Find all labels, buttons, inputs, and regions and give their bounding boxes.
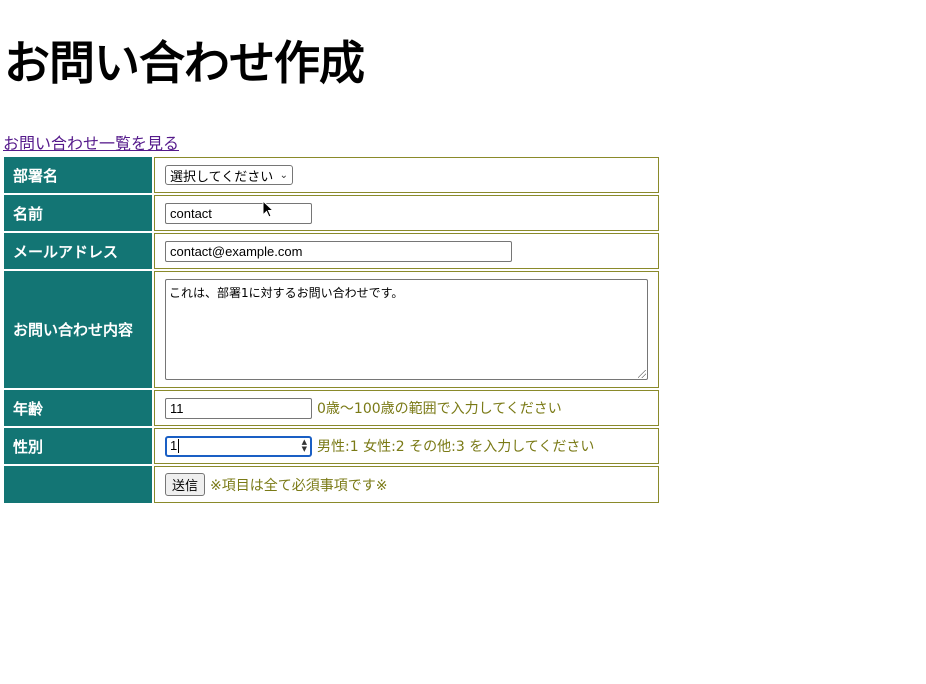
age-hint: 0歳〜100歳の範囲で入力してください <box>317 401 562 417</box>
form-row-content: お問い合わせ内容 これは、部署1に対するお問い合わせです。 <box>4 271 659 388</box>
form-row-age: 年齢 0歳〜100歳の範囲で入力してください <box>4 390 659 426</box>
content-label: お問い合わせ内容 <box>4 271 152 388</box>
content-textarea[interactable]: これは、部署1に対するお問い合わせです。 <box>165 279 648 380</box>
name-cell <box>154 195 659 231</box>
age-input[interactable] <box>165 397 312 419</box>
form-row-submit: 送信 ※項目は全て必須事項です※ <box>4 466 659 503</box>
text-caret <box>178 439 180 453</box>
name-label: 名前 <box>4 195 152 231</box>
department-label: 部署名 <box>4 157 152 193</box>
submit-row-label <box>4 466 152 503</box>
resize-grip-icon[interactable] <box>638 370 646 378</box>
department-select[interactable]: 選択してください ⌄ <box>165 165 293 185</box>
name-input[interactable] <box>165 202 312 224</box>
content-textarea-wrap: これは、部署1に対するお問い合わせです。 <box>165 279 648 380</box>
form-row-name: 名前 <box>4 195 659 231</box>
department-select-value: 選択してください <box>170 169 274 185</box>
chevron-down-icon: ⌄ <box>279 169 288 181</box>
age-label: 年齢 <box>4 390 152 426</box>
content-cell: これは、部署1に対するお問い合わせです。 <box>154 271 659 388</box>
age-cell: 0歳〜100歳の範囲で入力してください <box>154 390 659 426</box>
email-input[interactable] <box>165 240 512 262</box>
email-cell <box>154 233 659 269</box>
page-title: お問い合わせ作成 <box>4 36 365 90</box>
form-row-email: メールアドレス <box>4 233 659 269</box>
form-row-department: 部署名 選択してください ⌄ <box>4 157 659 193</box>
department-cell: 選択してください ⌄ <box>154 157 659 193</box>
number-spinner-icon[interactable]: ▲ ▼ <box>302 439 307 453</box>
contact-list-link[interactable]: お問い合わせ一覧を見る <box>3 134 179 154</box>
gender-label: 性別 <box>4 428 152 464</box>
mouse-pointer-icon <box>262 200 275 218</box>
gender-cell: 1 ▲ ▼ 男性:1 女性:2 その他:3 を入力してください <box>154 428 659 464</box>
gender-hint: 男性:1 女性:2 その他:3 を入力してください <box>317 439 595 455</box>
form-row-gender: 性別 1 ▲ ▼ 男性:1 女性:2 その他:3 を入力してください <box>4 428 659 464</box>
contact-form-table: 部署名 選択してください ⌄ 名前 メールアドレス お問い合わせ内容 これは、部… <box>2 155 661 505</box>
gender-input[interactable]: 1 ▲ ▼ <box>165 435 312 457</box>
email-label: メールアドレス <box>4 233 152 269</box>
required-note: ※項目は全て必須事項です※ <box>210 477 388 494</box>
gender-input-value-wrap: 1 <box>170 438 180 454</box>
submit-cell: 送信 ※項目は全て必須事項です※ <box>154 466 659 503</box>
submit-button[interactable]: 送信 <box>165 473 206 496</box>
gender-input-value: 1 <box>170 438 178 453</box>
